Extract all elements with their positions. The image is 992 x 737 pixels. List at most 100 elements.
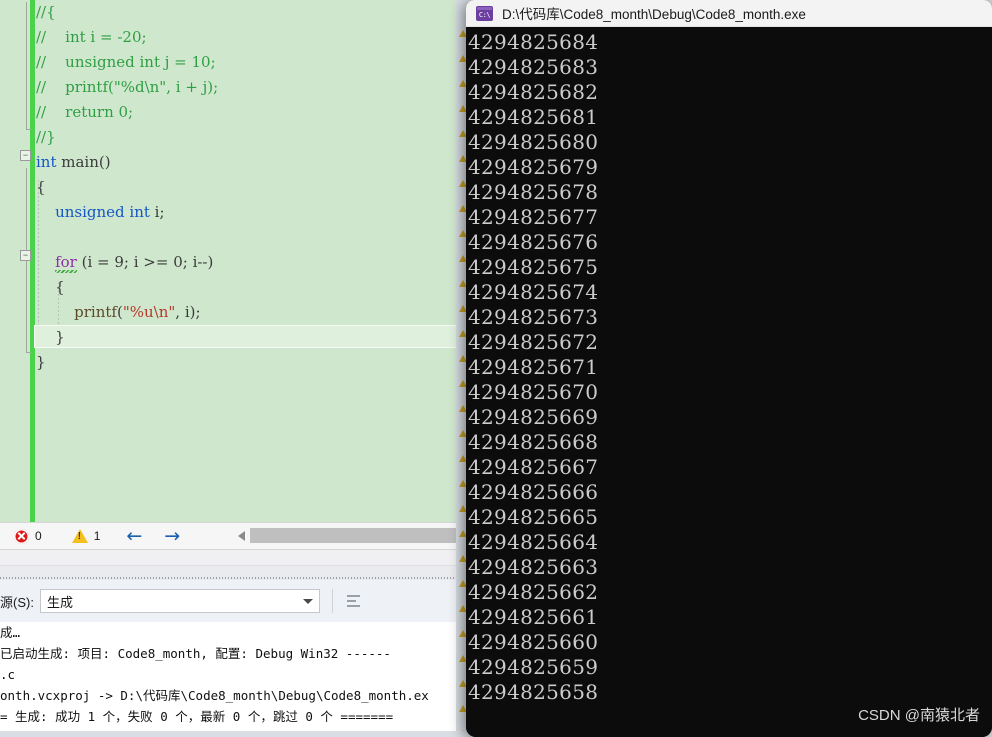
code-line: // unsigned int j = 10; <box>24 50 470 75</box>
warning-icon <box>71 529 88 543</box>
splitter-grip[interactable] <box>0 577 470 579</box>
wrap-line-1 <box>346 595 360 597</box>
code-token: // int i = -20; <box>36 28 147 46</box>
code-token: } <box>36 328 65 346</box>
console-line: 4294825672 <box>468 330 599 354</box>
panel-separator-band-upper <box>0 550 470 566</box>
console-line: 4294825683 <box>468 55 599 79</box>
console-app-icon: C:\ <box>476 5 493 21</box>
scroll-thumb[interactable] <box>250 528 470 543</box>
code-token: { <box>36 278 65 296</box>
console-title-bar[interactable]: C:\ D:\代码库\Code8_month\Debug\Code8_month… <box>466 0 992 27</box>
output-line: = 生成: 成功 1 个，失败 0 个，最新 0 个，跳过 0 个 ======… <box>0 709 394 724</box>
console-line: 4294825673 <box>468 305 599 329</box>
console-line: 4294825676 <box>468 230 599 254</box>
console-line: 4294825658 <box>468 680 599 704</box>
code-token: printf <box>74 303 117 321</box>
code-token: { <box>36 178 46 196</box>
code-token: // return 0; <box>36 103 134 121</box>
csdn-watermark: CSDN @南猿北者 <box>858 707 980 724</box>
console-line: 4294825664 <box>468 530 599 554</box>
console-line: 4294825665 <box>468 505 599 529</box>
toolbar-divider <box>331 589 333 613</box>
code-token: } <box>36 353 46 371</box>
code-token: i; <box>149 203 165 221</box>
code-line: for (i = 9; i >= 0; i--) <box>24 250 470 275</box>
console-line: 4294825660 <box>468 630 599 654</box>
output-line: 成… <box>0 625 21 640</box>
code-token: // unsigned int j = 10; <box>36 53 216 71</box>
next-error-button[interactable]: → <box>164 526 180 546</box>
code-token: int <box>36 153 57 171</box>
error-list-toolbar[interactable]: 0 1 ← → <box>0 522 470 550</box>
output-line: .c <box>0 667 16 682</box>
code-token: //{ <box>36 3 56 21</box>
code-line: { <box>24 275 470 300</box>
code-token: , i); <box>175 303 201 321</box>
output-pane-toolbar[interactable]: 源(S): 生成 <box>0 580 470 622</box>
console-line: 4294825669 <box>468 405 599 429</box>
code-token: main() <box>56 153 111 171</box>
error-count-item[interactable]: 0 <box>14 528 42 544</box>
console-line: 4294825684 <box>468 30 599 54</box>
console-icon-label: C:\ <box>478 11 491 19</box>
code-line: printf("%u\n", i); <box>24 300 470 325</box>
console-line: 4294825682 <box>468 80 599 104</box>
wrap-line-2 <box>346 600 356 602</box>
code-text[interactable]: //{ // int i = -20; // unsigned int j = 10… <box>24 0 470 522</box>
code-line: // int i = -20; <box>24 25 470 50</box>
code-line: } <box>24 325 470 350</box>
code-token: "%u <box>122 303 154 321</box>
output-source-label: 源(S): <box>0 594 34 610</box>
output-source-dropdown[interactable]: 生成 <box>39 589 320 613</box>
code-line: // return 0; <box>24 100 470 125</box>
console-line: 4294825679 <box>468 155 599 179</box>
console-line: 4294825681 <box>468 105 599 129</box>
wrap-line-3 <box>346 605 360 607</box>
console-line: 4294825678 <box>468 180 599 204</box>
console-output-area[interactable]: 4294825684 4294825683 4294825682 4294825681… <box>466 27 992 737</box>
code-line: int main() <box>24 150 470 175</box>
console-line: 4294825670 <box>468 380 599 404</box>
output-source-value: 生成 <box>46 594 73 610</box>
code-line: unsigned int i; <box>24 200 470 225</box>
error-icon <box>14 528 29 544</box>
error-list-hscrollbar[interactable] <box>238 527 470 544</box>
warning-count-item[interactable]: 1 <box>71 529 100 543</box>
console-line: 4294825680 <box>468 130 599 154</box>
code-line: //{ <box>24 0 470 25</box>
code-line: { <box>24 175 470 200</box>
code-editor[interactable]: − − //{// int i = -20;// unsigned int j … <box>0 0 470 522</box>
scroll-left-arrow-icon[interactable] <box>238 530 245 541</box>
console-line: 4294825674 <box>468 280 599 304</box>
console-line: 4294825659 <box>468 655 599 679</box>
code-line: // printf("%d\n", i + j); <box>24 75 470 100</box>
code-token: // printf("%d\n", i + j); <box>36 78 219 96</box>
console-line: 4294825661 <box>468 605 599 629</box>
screenshot-root: − − //{// int i = -20;// unsigned int j … <box>0 0 992 737</box>
console-line: 4294825677 <box>468 205 599 229</box>
error-count-label: 0 <box>35 529 42 543</box>
code-token: (i = 9; i >= 0; i--) <box>76 253 214 271</box>
console-line: 4294825667 <box>468 455 599 479</box>
code-token: unsigned int <box>55 203 150 221</box>
console-output-lines: 4294825684 4294825683 4294825682 4294825681… <box>468 30 992 705</box>
code-token: for <box>55 253 77 271</box>
console-line: 4294825662 <box>468 580 599 604</box>
chevron-down-icon[interactable] <box>302 598 313 604</box>
code-line: } <box>24 350 470 375</box>
previous-error-button[interactable]: ← <box>126 526 142 546</box>
console-title-text: D:\代码库\Code8_month\Debug\Code8_month.exe <box>502 7 806 22</box>
output-line: onth.vcxproj -> D:\代码库\Code8_month\Debug… <box>0 688 429 703</box>
output-line: 已启动生成: 项目: Code8_month, 配置: Debug Win32 … <box>0 646 391 661</box>
code-token: //} <box>36 128 56 146</box>
console-window[interactable]: C:\ D:\代码库\Code8_month\Debug\Code8_month… <box>466 0 992 737</box>
output-pane-text[interactable]: 成… 已启动生成: 项目: Code8_month, 配置: Debug Win3… <box>0 622 470 737</box>
word-wrap-button[interactable] <box>343 590 365 612</box>
console-line: 4294825668 <box>468 430 599 454</box>
code-token: \n <box>153 303 169 321</box>
